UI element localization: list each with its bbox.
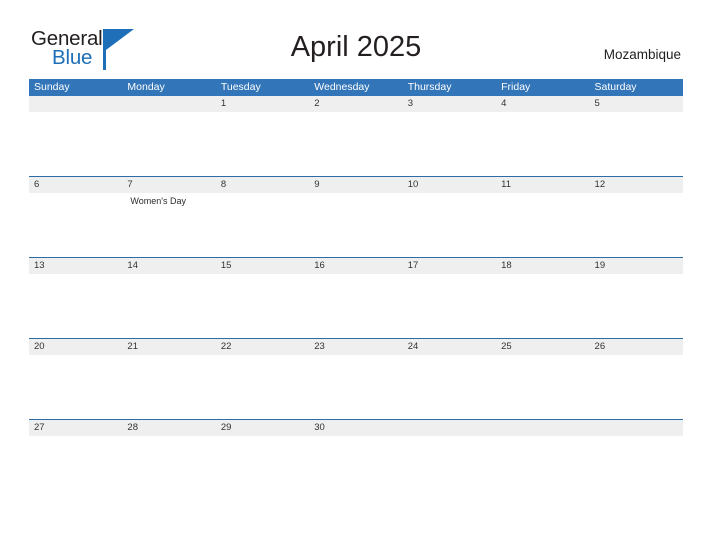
day-number-13[interactable]: 13 xyxy=(29,258,122,274)
day-cell-8[interactable] xyxy=(216,193,309,257)
day-number-empty xyxy=(496,420,589,436)
day-cell-3[interactable] xyxy=(403,112,496,176)
day-cell-28[interactable] xyxy=(122,436,215,500)
day-cell-empty xyxy=(122,112,215,176)
day-number-empty xyxy=(403,420,496,436)
day-cell-21[interactable] xyxy=(122,355,215,419)
week-event-band: Women's Day xyxy=(29,193,683,257)
day-number-1[interactable]: 1 xyxy=(216,96,309,112)
day-number-empty xyxy=(590,420,683,436)
day-cell-14[interactable] xyxy=(122,274,215,338)
day-number-28[interactable]: 28 xyxy=(122,420,215,436)
calendar-week-row: 13 14 15 16 17 18 19 xyxy=(29,257,683,338)
day-cell-22[interactable] xyxy=(216,355,309,419)
country-label: Mozambique xyxy=(603,47,681,62)
weekday-header-friday: Friday xyxy=(501,81,531,93)
holiday-event-label: Women's Day xyxy=(130,196,186,206)
day-cell-20[interactable] xyxy=(29,355,122,419)
weekday-header-sunday: Sunday xyxy=(34,81,70,93)
day-number-11[interactable]: 11 xyxy=(496,177,589,193)
day-number-7[interactable]: 7 xyxy=(122,177,215,193)
day-number-15[interactable]: 15 xyxy=(216,258,309,274)
weekday-header-tuesday: Tuesday xyxy=(220,81,261,93)
day-cell-empty xyxy=(496,436,589,500)
day-number-6[interactable]: 6 xyxy=(29,177,122,193)
day-number-18[interactable]: 18 xyxy=(496,258,589,274)
weekday-header-wednesday: Wednesday xyxy=(314,81,370,93)
day-cell-16[interactable] xyxy=(309,274,402,338)
day-number-24[interactable]: 24 xyxy=(403,339,496,355)
day-cell-27[interactable] xyxy=(29,436,122,500)
calendar-weeks: 1 2 3 4 5 6 7 8 9 10 11 12 Women's Day 13 14 15 16 17 18 19… xyxy=(29,96,683,500)
day-number-16[interactable]: 16 xyxy=(309,258,402,274)
day-number-empty xyxy=(122,96,215,112)
weekday-header-saturday: Saturday xyxy=(594,81,637,93)
day-number-22[interactable]: 22 xyxy=(216,339,309,355)
day-cell-7[interactable]: Women's Day xyxy=(122,193,215,257)
day-number-25[interactable]: 25 xyxy=(496,339,589,355)
weekday-header-thursday: Thursday xyxy=(407,81,452,93)
day-cell-10[interactable] xyxy=(403,193,496,257)
day-cell-5[interactable] xyxy=(590,112,683,176)
day-cell-26[interactable] xyxy=(590,355,683,419)
day-number-26[interactable]: 26 xyxy=(590,339,683,355)
day-cell-30[interactable] xyxy=(309,436,402,500)
week-event-band xyxy=(29,436,683,500)
calendar-page: General Blue April 2025 Mozambique Sunda… xyxy=(0,0,712,550)
day-cell-24[interactable] xyxy=(403,355,496,419)
day-number-30[interactable]: 30 xyxy=(309,420,402,436)
day-number-21[interactable]: 21 xyxy=(122,339,215,355)
weekday-header-monday: Monday xyxy=(127,81,165,93)
day-number-4[interactable]: 4 xyxy=(496,96,589,112)
day-number-14[interactable]: 14 xyxy=(122,258,215,274)
day-cell-11[interactable] xyxy=(496,193,589,257)
day-cell-empty xyxy=(403,436,496,500)
week-date-band: 27 28 29 30 xyxy=(29,420,683,436)
day-cell-13[interactable] xyxy=(29,274,122,338)
week-date-band: 13 14 15 16 17 18 19 xyxy=(29,258,683,274)
day-cell-17[interactable] xyxy=(403,274,496,338)
day-number-empty xyxy=(29,96,122,112)
page-header: General Blue April 2025 Mozambique xyxy=(0,0,712,78)
calendar-week-row: 12345 xyxy=(29,96,683,176)
day-number-2[interactable]: 2 xyxy=(309,96,402,112)
day-number-3[interactable]: 3 xyxy=(403,96,496,112)
week-event-band xyxy=(29,355,683,419)
weekday-header-row: Sunday Monday Tuesday Wednesday Thursday Frid… xyxy=(29,79,683,96)
week-event-band xyxy=(29,274,683,338)
day-number-27[interactable]: 27 xyxy=(29,420,122,436)
day-number-17[interactable]: 17 xyxy=(403,258,496,274)
calendar-week-row: 20 21 22 23 24 25 26 xyxy=(29,338,683,419)
day-cell-9[interactable] xyxy=(309,193,402,257)
week-event-band xyxy=(29,112,683,176)
day-cell-18[interactable] xyxy=(496,274,589,338)
day-cell-12[interactable] xyxy=(590,193,683,257)
calendar-week-row: 27 28 29 30 xyxy=(29,419,683,500)
day-cell-29[interactable] xyxy=(216,436,309,500)
day-number-8[interactable]: 8 xyxy=(216,177,309,193)
day-cell-25[interactable] xyxy=(496,355,589,419)
day-number-9[interactable]: 9 xyxy=(309,177,402,193)
day-cell-1[interactable] xyxy=(216,112,309,176)
week-date-band: 12345 xyxy=(29,96,683,112)
calendar-grid: Sunday Monday Tuesday Wednesday Thursday Frid… xyxy=(29,79,683,500)
day-number-29[interactable]: 29 xyxy=(216,420,309,436)
day-cell-2[interactable] xyxy=(309,112,402,176)
week-date-band: 20 21 22 23 24 25 26 xyxy=(29,339,683,355)
day-cell-4[interactable] xyxy=(496,112,589,176)
day-number-5[interactable]: 5 xyxy=(590,96,683,112)
day-cell-empty xyxy=(29,112,122,176)
day-cell-6[interactable] xyxy=(29,193,122,257)
week-date-band: 6 7 8 9 10 11 12 xyxy=(29,177,683,193)
day-number-23[interactable]: 23 xyxy=(309,339,402,355)
day-cell-19[interactable] xyxy=(590,274,683,338)
day-cell-empty xyxy=(590,436,683,500)
day-cell-15[interactable] xyxy=(216,274,309,338)
day-cell-23[interactable] xyxy=(309,355,402,419)
calendar-week-row: 6 7 8 9 10 11 12 Women's Day xyxy=(29,176,683,257)
day-number-10[interactable]: 10 xyxy=(403,177,496,193)
day-number-20[interactable]: 20 xyxy=(29,339,122,355)
day-number-19[interactable]: 19 xyxy=(590,258,683,274)
day-number-12[interactable]: 12 xyxy=(590,177,683,193)
